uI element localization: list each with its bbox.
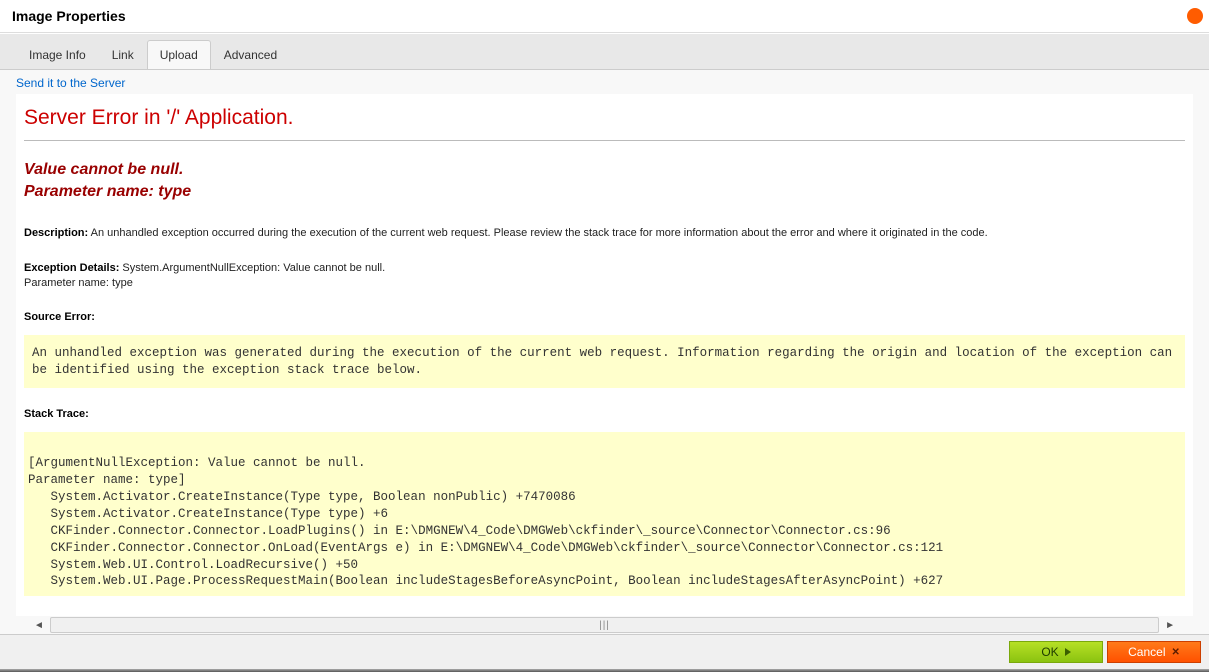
exception-text: System.ArgumentNullException: Value cann…: [122, 262, 385, 274]
cancel-button[interactable]: Cancel ✕: [1107, 641, 1201, 663]
divider: [24, 140, 1185, 141]
horizontal-scrollbar[interactable]: |||: [50, 617, 1159, 633]
send-to-server-button[interactable]: Send it to the Server: [16, 76, 1193, 90]
tab-link[interactable]: Link: [99, 40, 147, 69]
horizontal-scroll-area: ◄ ||| ►: [16, 616, 1193, 634]
dialog-header: Image Properties: [0, 0, 1209, 33]
stack-trace-body: [ArgumentNullException: Value cannot be …: [24, 432, 1185, 596]
play-icon: [1065, 648, 1071, 656]
tab-image-info[interactable]: Image Info: [16, 40, 99, 69]
source-error-body: An unhandled exception was generated dur…: [24, 335, 1185, 389]
dialog-title: Image Properties: [12, 8, 126, 24]
error-subtitle: Value cannot be null. Parameter name: ty…: [24, 159, 1185, 202]
scrollbar-grip-icon: |||: [599, 620, 610, 631]
exception-param: Parameter name: type: [24, 277, 133, 289]
description-label: Description:: [24, 227, 88, 239]
scroll-right-icon[interactable]: ►: [1163, 620, 1177, 631]
exception-label: Exception Details:: [24, 262, 119, 274]
source-error-label: Source Error:: [24, 311, 1185, 323]
error-title: Server Error in '/' Application.: [24, 106, 1185, 130]
scroll-left-icon[interactable]: ◄: [32, 620, 46, 631]
upload-panel: Send it to the Server Server Error in '/…: [0, 69, 1209, 634]
ok-button-label: OK: [1041, 645, 1058, 659]
description-text: An unhandled exception occurred during t…: [91, 227, 988, 239]
close-x-icon: ✕: [1171, 647, 1179, 658]
stack-trace-label: Stack Trace:: [24, 408, 1185, 420]
ok-button[interactable]: OK: [1009, 641, 1103, 663]
close-icon[interactable]: [1187, 8, 1203, 24]
dialog-container: Image Properties Image Info Link Upload …: [0, 0, 1209, 672]
tab-advanced[interactable]: Advanced: [211, 40, 290, 69]
exception-row: Exception Details: System.ArgumentNullEx…: [24, 261, 1185, 291]
dialog-button-bar: OK Cancel ✕: [0, 634, 1209, 669]
tab-upload[interactable]: Upload: [147, 40, 211, 70]
description-row: Description: An unhandled exception occu…: [24, 226, 1185, 241]
tabs-bar: Image Info Link Upload Advanced: [0, 33, 1209, 69]
error-page: Server Error in '/' Application. Value c…: [16, 94, 1193, 616]
cancel-button-label: Cancel: [1128, 645, 1165, 659]
error-subtitle-text: Value cannot be null. Parameter name: ty…: [24, 161, 191, 200]
